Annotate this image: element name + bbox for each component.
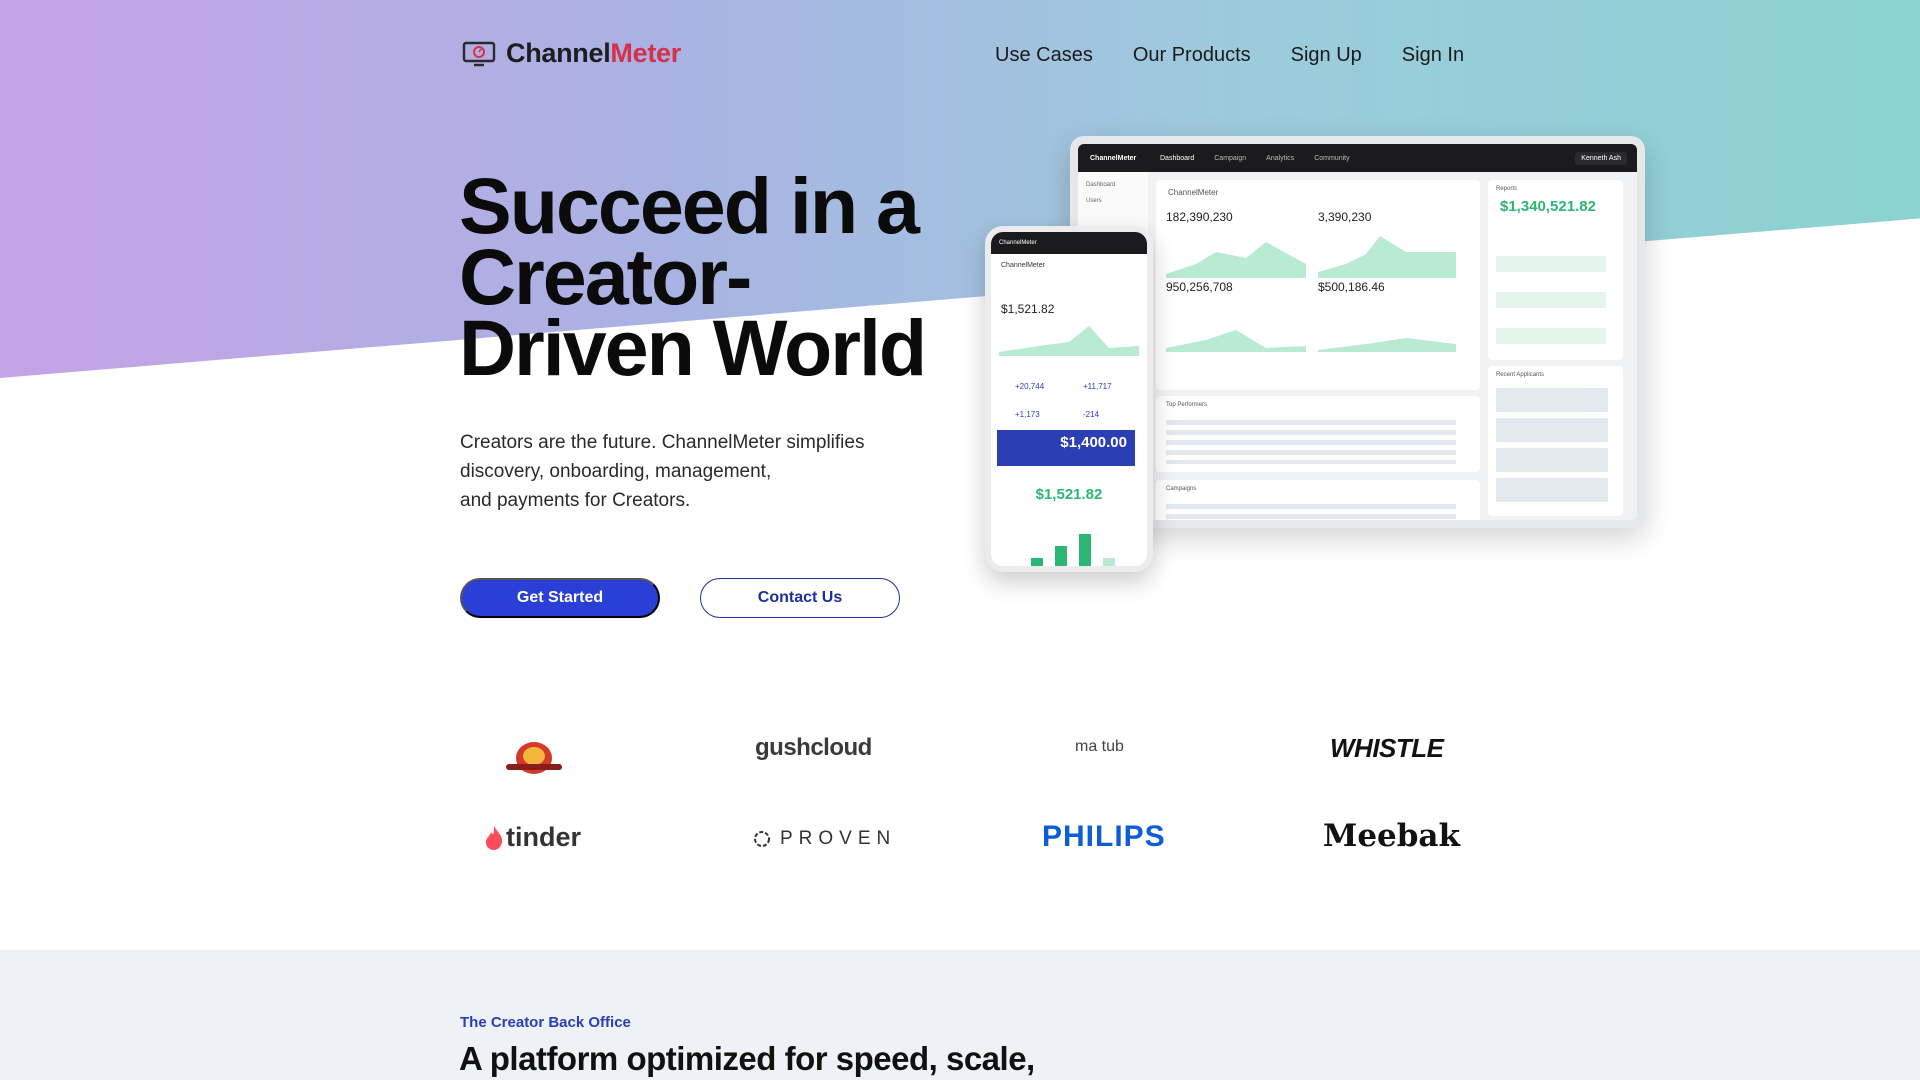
logo-wordmark: ChannelMeter bbox=[506, 38, 681, 69]
logo-word-channel: Channel bbox=[506, 38, 611, 68]
dashboard-sidebar-item: Users bbox=[1086, 198, 1102, 204]
section-eyebrow: The Creator Back Office bbox=[460, 1014, 631, 1031]
partner-logo-philips: PHILIPS bbox=[1042, 820, 1166, 853]
monitor-icon bbox=[462, 41, 496, 66]
stats-sparklines bbox=[1166, 236, 1456, 352]
hero-title-line: Creator- bbox=[459, 232, 752, 321]
stats-card-title: ChannelMeter bbox=[1168, 188, 1219, 197]
phone-balance-card: $1,400.00 bbox=[997, 430, 1135, 466]
phone-topbar: ChannelMeter bbox=[991, 232, 1147, 254]
phone-monetized: +11,717 bbox=[1083, 382, 1112, 391]
reports-rows bbox=[1496, 236, 1606, 346]
phone-engagement: +1,173 bbox=[1015, 410, 1040, 419]
phone-header: ChannelMeter bbox=[1001, 262, 1045, 269]
dashboard-mockup: ChannelMeter Dashboard Campaign Analytic… bbox=[1070, 136, 1645, 528]
hero-title-line: Succeed in a bbox=[459, 161, 920, 250]
partner-logo-proven: PROVEN bbox=[752, 828, 896, 850]
reports-title: Reports bbox=[1496, 186, 1518, 192]
phone-sparkline bbox=[999, 326, 1139, 356]
partner-logo-matub: ma tub bbox=[1075, 738, 1124, 755]
campaigns-title: Campaigns bbox=[1166, 486, 1197, 492]
channelmeter-logo[interactable]: ChannelMeter bbox=[462, 38, 681, 69]
get-started-button[interactable]: Get Started bbox=[460, 578, 660, 618]
hero-subtitle-line: and payments for Creators. bbox=[460, 490, 691, 511]
nav-sign-up[interactable]: Sign Up bbox=[1291, 44, 1362, 67]
recent-applicants-title: Recent Applicants bbox=[1496, 372, 1545, 378]
reports-value: $1,340,521.82 bbox=[1500, 198, 1596, 215]
partner-logo-gushcloud: gushcloud bbox=[755, 734, 872, 761]
phone-bar-chart bbox=[1031, 534, 1115, 566]
phone-value: $1,521.82 bbox=[1001, 302, 1055, 316]
dashboard-tab: Dashboard bbox=[1160, 154, 1195, 162]
emblem-icon bbox=[506, 742, 562, 774]
dashboard-tab: Campaign bbox=[1214, 154, 1247, 162]
phone-green-value: $1,521.82 bbox=[1035, 486, 1103, 503]
partner-logo-tinder: tinder bbox=[484, 822, 581, 853]
stat-views: 182,390,230 bbox=[1166, 210, 1233, 224]
dashboard-sidebar-item: Dashboard bbox=[1086, 182, 1116, 188]
stat-audience: 3,390,230 bbox=[1318, 210, 1372, 224]
phone-brand: ChannelMeter bbox=[999, 240, 1037, 246]
recent-applicants-card: Recent Applicants bbox=[1488, 366, 1623, 516]
hero-subtitle: Creators are the future. ChannelMeter si… bbox=[460, 428, 930, 515]
phone-subscribers: -214 bbox=[1083, 410, 1100, 419]
dashboard-user: Kenneth Ash bbox=[1575, 151, 1627, 165]
top-performers-rows bbox=[1166, 420, 1456, 464]
phone-mockup: ChannelMeter ChannelMeter $1,521.82 +20,… bbox=[985, 226, 1153, 572]
campaigns-card: Campaigns bbox=[1156, 480, 1480, 520]
hero-title: Succeed in a Creator- Driven World bbox=[459, 161, 979, 392]
contact-us-button[interactable]: Contact Us bbox=[700, 578, 900, 618]
nav-sign-in[interactable]: Sign In bbox=[1402, 44, 1464, 67]
phone-balance-value: $1,400.00 bbox=[1060, 434, 1127, 451]
partner-logo-emblem bbox=[500, 734, 568, 778]
proven-wordmark: PROVEN bbox=[780, 828, 897, 849]
top-navigation: Use Cases Our Products Sign Up Sign In bbox=[995, 44, 1464, 67]
hero-subtitle-line: Creators are the future. ChannelMeter si… bbox=[460, 432, 865, 453]
gear-icon bbox=[754, 831, 770, 847]
nav-our-products[interactable]: Our Products bbox=[1133, 44, 1251, 67]
stats-card: ChannelMeter 182,390,230 3,390,230 950,2… bbox=[1156, 180, 1480, 390]
partner-logo-whistle: WHISTLE bbox=[1330, 733, 1444, 763]
recent-applicants-rows bbox=[1496, 388, 1608, 506]
dashboard-tab: Analytics bbox=[1266, 154, 1295, 162]
section-title: A platform optimized for speed, scale, bbox=[459, 1040, 1035, 1077]
phone-views: +20,744 bbox=[1015, 382, 1045, 391]
partner-logo-meebak: Meebak bbox=[1323, 818, 1461, 854]
hero-title-line: Driven World bbox=[459, 303, 927, 392]
campaigns-rows bbox=[1166, 504, 1456, 520]
logo-word-meter: Meter bbox=[610, 38, 681, 68]
top-performers-title: Top Performers bbox=[1166, 402, 1208, 408]
tinder-wordmark: tinder bbox=[506, 822, 582, 852]
dashboard-main: ChannelMeter 182,390,230 3,390,230 950,2… bbox=[1156, 180, 1480, 520]
top-performers-card: Top Performers bbox=[1156, 396, 1480, 472]
nav-use-cases[interactable]: Use Cases bbox=[995, 44, 1093, 67]
dashboard-brand: ChannelMeter bbox=[1090, 154, 1137, 162]
reports-card: Reports $1,340,521.82 bbox=[1488, 180, 1623, 360]
dashboard-topbar: ChannelMeter Dashboard Campaign Analytic… bbox=[1078, 144, 1637, 172]
hero-subtitle-line: discovery, onboarding, management, bbox=[460, 461, 772, 482]
flame-icon bbox=[485, 825, 503, 850]
dashboard-tab: Community bbox=[1314, 154, 1350, 162]
